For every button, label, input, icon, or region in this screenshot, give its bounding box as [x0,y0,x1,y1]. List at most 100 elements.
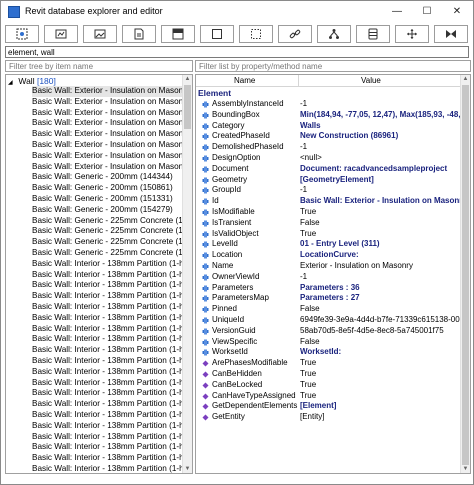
property-row[interactable]: Name Exterior - Insulation on Masonry [196,261,461,272]
scroll-up-icon[interactable]: ▲ [462,75,469,83]
property-row[interactable]: GetDependentElements [Element] [196,401,461,412]
view-icon[interactable] [44,25,78,43]
property-row[interactable]: DemolishedPhaseId -1 [196,142,461,153]
image-icon[interactable] [83,25,117,43]
collapse-icon[interactable]: ◢ [8,79,16,86]
property-row[interactable]: Location LocationCurve: [196,250,461,261]
header-name[interactable]: Name [234,76,255,85]
property-row[interactable]: OwnerViewId -1 [196,272,461,283]
property-value[interactable]: [GeometryElement] [300,175,460,186]
square-icon[interactable] [200,25,234,43]
tree-scrollbar[interactable]: ▲ ▼ [182,75,192,473]
property-row[interactable]: CanBeLocked True [196,380,461,391]
property-row[interactable]: LevelId 01 - Entry Level (311) [196,239,461,250]
property-value[interactable]: Parameters : 27 [300,293,460,304]
tree-item[interactable]: Basic Wall: Generic - 225mm Concrete (15… [32,248,183,259]
tree-item[interactable]: Basic Wall: Generic - 200mm (144344) [32,172,183,183]
tree-item[interactable]: Basic Wall: Interior - 138mm Partition (… [32,388,183,399]
property-row[interactable]: Id Basic Wall: Exterior - Insulation on M… [196,196,461,207]
property-value[interactable]: 01 - Entry Level (311) [300,239,460,250]
close-button[interactable]: ✕ [442,1,472,23]
property-row[interactable]: BoundingBox Min(184,94, -77,05, 12,47), M… [196,110,461,121]
property-value[interactable]: Min(184,94, -77,05, 12,47), Max(185,93, … [300,110,460,121]
header-value[interactable]: Value [361,76,381,85]
tree-item[interactable]: Basic Wall: Exterior - Insulation on Mas… [32,97,183,108]
property-row[interactable]: Document Document: racadvancedsampleproje… [196,164,461,175]
database-icon[interactable] [356,25,390,43]
panel-icon[interactable] [161,25,195,43]
tree-item[interactable]: Basic Wall: Interior - 138mm Partition (… [32,464,183,473]
tree-filter-input[interactable]: Filter tree by item name [5,60,193,72]
property-value[interactable]: New Construction (86961) [300,131,460,142]
hierarchy-icon[interactable] [317,25,351,43]
property-row[interactable]: VersionGuid 58ab70d5-8e5f-4d5e-8ec8-5a745… [196,326,461,337]
tree-item[interactable]: Basic Wall: Exterior - Insulation on Mas… [32,108,183,119]
tree-item[interactable]: Basic Wall: Interior - 138mm Partition (… [32,442,183,453]
dashed-square-icon[interactable] [239,25,273,43]
tree-item[interactable]: Basic Wall: Generic - 225mm Concrete (15… [32,226,183,237]
tree-item[interactable]: Basic Wall: Generic - 200mm (151331) [32,194,183,205]
props-scroll-thumb[interactable] [462,85,469,465]
tree-root[interactable]: ◢ Wall [180] [8,76,56,86]
props-filter-input[interactable]: Filter list by property/method name [195,60,471,72]
tree-item[interactable]: Basic Wall: Exterior - Insulation on Mas… [32,151,183,162]
tree-item[interactable]: Basic Wall: Interior - 138mm Partition (… [32,334,183,345]
property-row[interactable]: Category Walls [196,121,461,132]
property-row[interactable]: IsTransient False [196,218,461,229]
select-icon[interactable] [5,25,39,43]
property-row[interactable]: Geometry [GeometryElement] [196,175,461,186]
tree-item[interactable]: Basic Wall: Exterior - Insulation on Mas… [32,118,183,129]
bowtie-icon[interactable] [434,25,468,43]
link-icon[interactable] [278,25,312,43]
property-row[interactable]: IsModifiable True [196,207,461,218]
document-icon[interactable] [122,25,156,43]
property-row[interactable]: ViewSpecific False [196,337,461,348]
property-row[interactable]: DesignOption <null> [196,153,461,164]
tree-item[interactable]: Basic Wall: Generic - 200mm (150861) [32,183,183,194]
property-value[interactable]: Walls [300,121,460,132]
property-row[interactable]: WorksetId WorksetId: [196,347,461,358]
tree-scroll-thumb[interactable] [184,85,191,129]
tree-item[interactable]: Basic Wall: Exterior - Insulation on Mas… [32,140,183,151]
property-row[interactable]: GroupId -1 [196,185,461,196]
tree-item[interactable]: Basic Wall: Exterior - Insulation on Mas… [32,86,183,97]
tree-item[interactable]: Basic Wall: Interior - 138mm Partition (… [32,313,183,324]
tree-item[interactable]: Basic Wall: Interior - 138mm Partition (… [32,356,183,367]
property-value[interactable]: LocationCurve: [300,250,460,261]
property-row[interactable]: IsValidObject True [196,229,461,240]
tree-item[interactable]: Basic Wall: Interior - 138mm Partition (… [32,421,183,432]
property-row[interactable]: UniqueId 6949fe39-3e9a-4d4d-b7fe-71339c61… [196,315,461,326]
query-input[interactable]: element, wall [5,46,469,58]
tree-item[interactable]: Basic Wall: Exterior - Insulation on Mas… [32,162,183,173]
property-value[interactable]: [Element] [300,401,460,412]
move-icon[interactable] [395,25,429,43]
minimize-button[interactable]: — [382,1,412,23]
tree-item[interactable]: Basic Wall: Interior - 138mm Partition (… [32,259,183,270]
tree-item[interactable]: Basic Wall: Interior - 138mm Partition (… [32,432,183,443]
tree-item[interactable]: Basic Wall: Generic - 225mm Concrete (15… [32,216,183,227]
tree-item[interactable]: Basic Wall: Interior - 138mm Partition (… [32,302,183,313]
scroll-down-icon[interactable]: ▼ [462,465,469,473]
property-value[interactable]: Parameters : 36 [300,283,460,294]
property-row[interactable]: CanHaveTypeAssigned True [196,391,461,402]
tree-item[interactable]: Basic Wall: Interior - 138mm Partition (… [32,291,183,302]
property-value[interactable]: Basic Wall: Exterior - Insulation on Mas… [300,196,460,207]
props-scrollbar[interactable]: ▲ ▼ [460,75,470,473]
property-value[interactable]: Document: racadvancedsampleproject [300,164,460,175]
tree-item[interactable]: Basic Wall: Interior - 138mm Partition (… [32,378,183,389]
tree-item[interactable]: Basic Wall: Interior - 138mm Partition (… [32,280,183,291]
tree-item[interactable]: Basic Wall: Generic - 200mm (154279) [32,205,183,216]
property-row[interactable]: Pinned False [196,304,461,315]
tree-item[interactable]: Basic Wall: Interior - 138mm Partition (… [32,324,183,335]
property-row[interactable]: AssemblyInstanceId -1 [196,99,461,110]
tree-item[interactable]: Basic Wall: Interior - 138mm Partition (… [32,453,183,464]
property-row[interactable]: ArePhasesModifiable True [196,358,461,369]
property-row[interactable]: ParametersMap Parameters : 27 [196,293,461,304]
tree-item[interactable]: Basic Wall: Generic - 225mm Concrete (15… [32,237,183,248]
tree-item[interactable]: Basic Wall: Interior - 138mm Partition (… [32,270,183,281]
property-row[interactable]: CanBeHidden True [196,369,461,380]
tree-item[interactable]: Basic Wall: Interior - 138mm Partition (… [32,410,183,421]
property-row[interactable]: Parameters Parameters : 36 [196,283,461,294]
scroll-up-icon[interactable]: ▲ [184,75,191,83]
tree-item[interactable]: Basic Wall: Interior - 138mm Partition (… [32,345,183,356]
